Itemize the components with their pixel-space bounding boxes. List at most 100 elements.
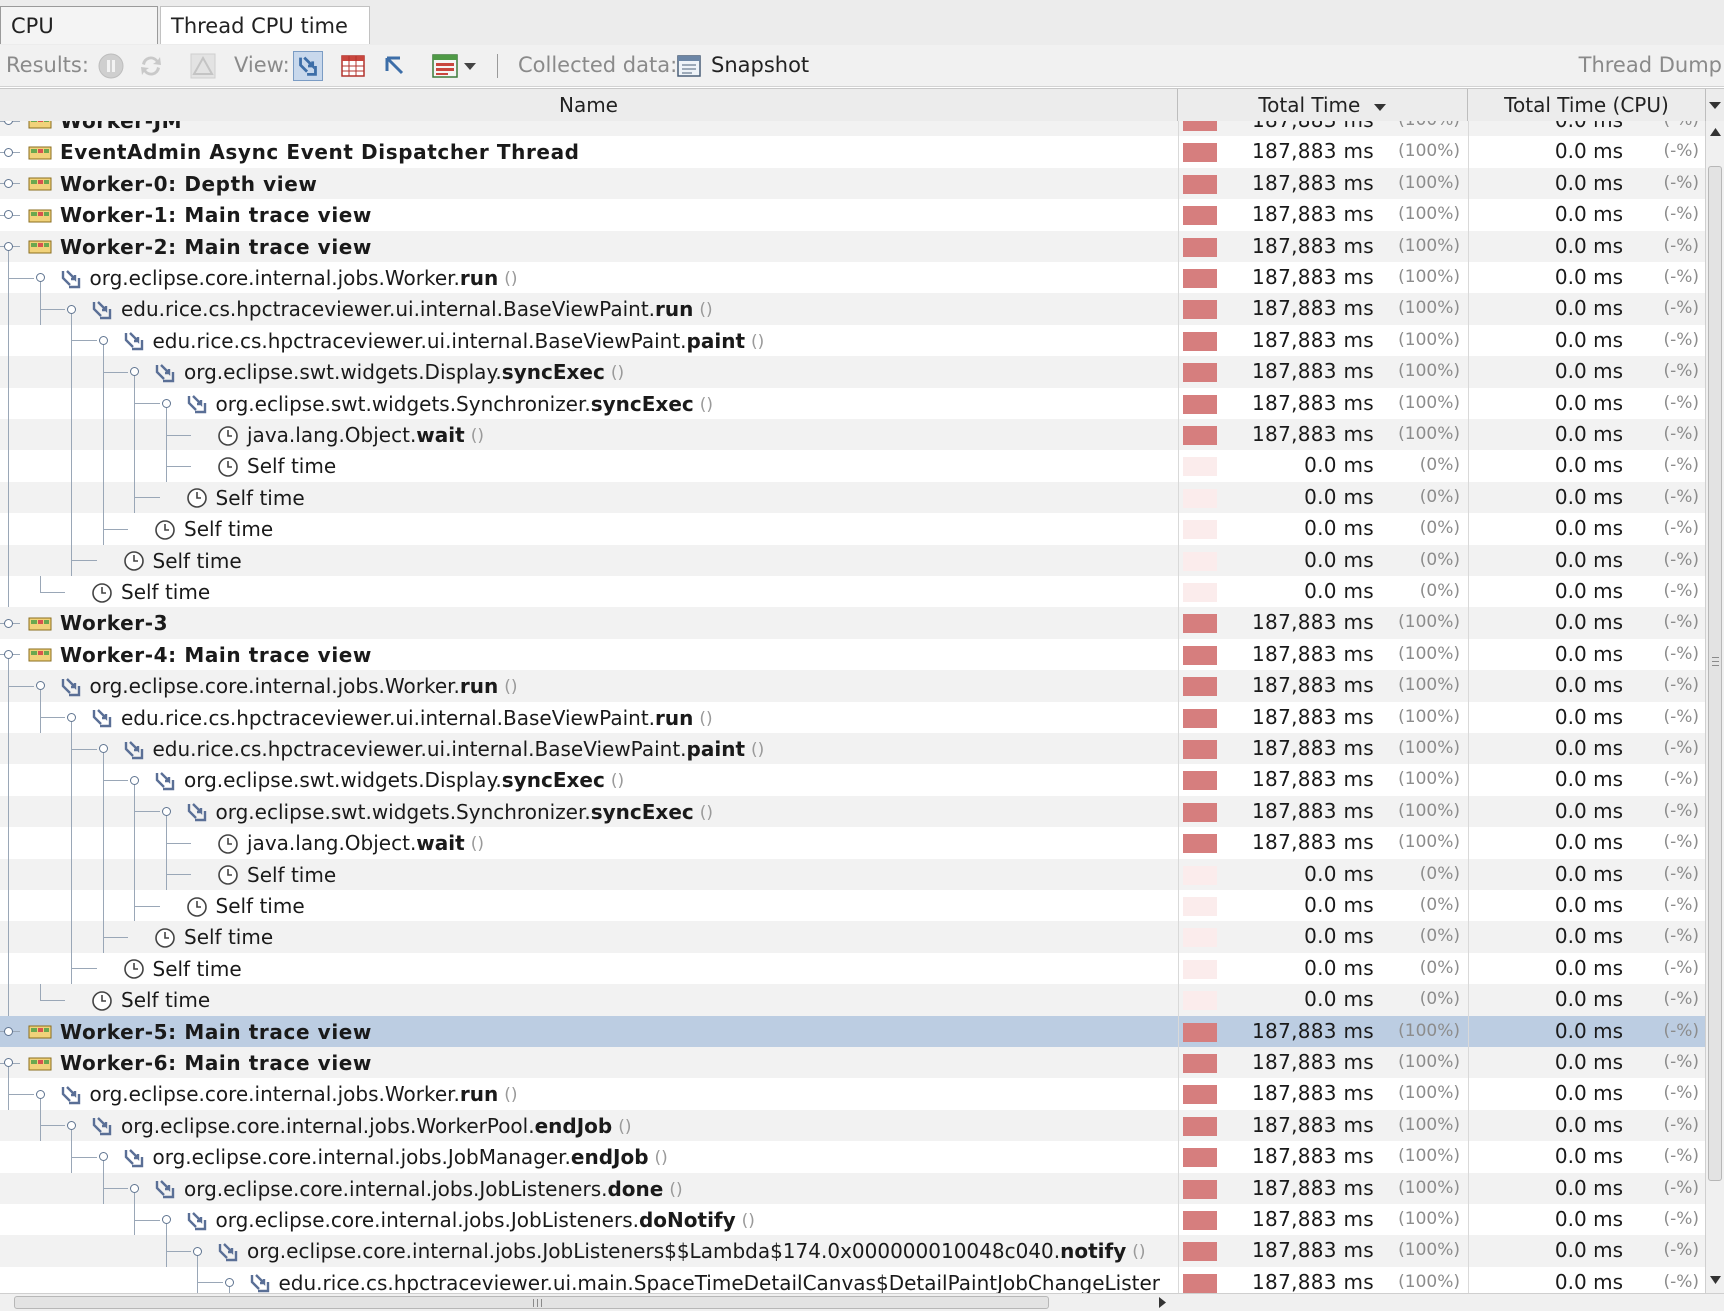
thread-row[interactable]: Worker-JM 187,883 ms (100%) 0.0 ms (-%) xyxy=(0,121,1705,137)
method-name: run xyxy=(459,673,499,698)
table-row[interactable]: org.eclipse.core.internal.jobs.JobListen… xyxy=(0,1172,1705,1204)
expanded-node-toggle[interactable] xyxy=(35,1089,45,1099)
expanded-node-toggle[interactable] xyxy=(67,1120,76,1130)
thread-row[interactable]: Worker-4: Main trace view 187,883 ms (100%… xyxy=(0,638,1705,671)
thread-row[interactable]: Worker-2: Main trace view 187,883 ms (100%… xyxy=(0,230,1705,262)
thread-row[interactable]: Worker-5: Main trace view 187,883 ms (100%… xyxy=(0,1015,1705,1047)
vertical-scrollbar[interactable] xyxy=(1705,121,1724,1293)
table-row[interactable]: java.lang.Object.wait() 187,883 ms (100%) 0… xyxy=(0,827,1705,859)
method-params: () xyxy=(751,331,765,352)
expanded-node-toggle[interactable] xyxy=(4,1058,13,1068)
table-row[interactable]: Self time 0.0 ms (0%) 0.0 ms (-%) xyxy=(0,576,1705,608)
combined-view-icon[interactable] xyxy=(430,51,460,81)
table-row[interactable]: org.eclipse.swt.widgets.Synchronizer.syn… xyxy=(0,387,1705,419)
expanded-node-toggle[interactable] xyxy=(98,744,108,754)
horizontal-scrollbar[interactable] xyxy=(0,1293,1724,1311)
table-row[interactable]: Self time 0.0 ms (0%) 0.0 ms (-%) xyxy=(0,858,1705,890)
table-row[interactable]: Self time 0.0 ms (0%) 0.0 ms (-%) xyxy=(0,450,1705,482)
scroll-right-arrow-icon[interactable] xyxy=(1155,1295,1169,1310)
thread-row[interactable]: EventAdmin Async Event Dispatcher Thread… xyxy=(0,136,1705,168)
clock-icon xyxy=(155,928,175,948)
table-row[interactable]: Self time 0.0 ms (0%) 0.0 ms (-%) xyxy=(0,513,1705,545)
collapsed-node-toggle[interactable] xyxy=(4,1026,13,1036)
expanded-node-toggle[interactable] xyxy=(35,681,45,691)
back-traces-icon[interactable] xyxy=(380,51,410,81)
expanded-node-toggle[interactable] xyxy=(130,775,139,785)
expanded-node-toggle[interactable] xyxy=(67,304,76,314)
expanded-node-toggle[interactable] xyxy=(130,1183,139,1193)
collapsed-node-toggle[interactable] xyxy=(4,121,13,126)
vertical-scroll-thumb[interactable] xyxy=(1708,166,1722,1181)
table-row[interactable]: Self time 0.0 ms (0%) 0.0 ms (-%) xyxy=(0,952,1705,985)
collapsed-node-toggle[interactable] xyxy=(4,147,13,157)
table-row[interactable]: edu.rice.cs.hpctraceviewer.ui.main.Space… xyxy=(0,1266,1705,1293)
name-cell: edu.rice.cs.hpctraceviewer.ui.main.Space… xyxy=(0,1266,1178,1293)
table-row[interactable]: org.eclipse.swt.widgets.Synchronizer.syn… xyxy=(0,795,1705,828)
expanded-node-toggle[interactable] xyxy=(161,398,171,408)
cpu-time-value: 0.0 ms xyxy=(1554,1112,1623,1137)
time-bar xyxy=(1183,1022,1217,1042)
thread-row[interactable]: Worker-1: Main trace view 187,883 ms (100%… xyxy=(0,199,1705,231)
scroll-down-arrow-icon[interactable] xyxy=(1708,1273,1723,1287)
expanded-node-toggle[interactable] xyxy=(130,367,139,377)
column-header-total-time-cpu[interactable]: Total Time (CPU) xyxy=(1468,89,1706,121)
method-params: () xyxy=(699,708,713,729)
table-row[interactable]: org.eclipse.core.internal.jobs.Worker.ru… xyxy=(0,670,1705,702)
collapsed-node-toggle[interactable] xyxy=(4,618,13,628)
column-chooser-icon[interactable] xyxy=(1706,89,1724,121)
thread-dump-button[interactable]: Thread Dump xyxy=(1579,45,1722,86)
table-row[interactable]: org.eclipse.swt.widgets.Display.syncExec… xyxy=(0,356,1705,388)
tree-branch-line xyxy=(165,874,191,876)
thread-row[interactable]: Worker-6: Main trace view 187,883 ms (100%… xyxy=(0,1047,1705,1079)
scroll-up-arrow-icon[interactable] xyxy=(1708,125,1723,139)
table-row[interactable]: edu.rice.cs.hpctraceviewer.ui.internal.B… xyxy=(0,293,1705,325)
column-header-total-time[interactable]: Total Time xyxy=(1178,89,1468,121)
table-row[interactable]: java.lang.Object.wait() 187,883 ms (100%) 0… xyxy=(0,419,1705,451)
refresh-icon[interactable] xyxy=(136,51,166,81)
hot-spots-table-icon[interactable] xyxy=(338,51,368,81)
table-row[interactable]: Self time 0.0 ms (0%) 0.0 ms (-%) xyxy=(0,921,1705,953)
table-row[interactable]: Self time 0.0 ms (0%) 0.0 ms (-%) xyxy=(0,890,1705,922)
expanded-node-toggle[interactable] xyxy=(193,1246,202,1256)
table-row[interactable]: Self time 0.0 ms (0%) 0.0 ms (-%) xyxy=(0,984,1705,1016)
cpu-time-cell: 0.0 ms (-%) xyxy=(1468,1141,1705,1173)
column-header-name[interactable]: Name xyxy=(0,89,1178,121)
table-row[interactable]: org.eclipse.core.internal.jobs.WorkerPoo… xyxy=(0,1109,1705,1142)
collapsed-node-toggle[interactable] xyxy=(4,178,13,188)
expanded-node-toggle[interactable] xyxy=(161,806,171,816)
expanded-node-toggle[interactable] xyxy=(161,1215,171,1225)
table-row[interactable]: edu.rice.cs.hpctraceviewer.ui.internal.B… xyxy=(0,324,1705,357)
pause-icon[interactable] xyxy=(96,51,126,81)
chevron-down-icon[interactable] xyxy=(462,51,478,81)
snapshot-icon[interactable] xyxy=(674,51,704,81)
horizontal-scroll-thumb[interactable] xyxy=(14,1296,1049,1309)
table-row[interactable]: org.eclipse.core.internal.jobs.Worker.ru… xyxy=(0,262,1705,294)
expanded-node-toggle[interactable] xyxy=(4,241,13,251)
tab-thread-cpu-time[interactable]: Thread CPU time xyxy=(160,6,370,44)
table-row[interactable]: org.eclipse.core.internal.jobs.JobListen… xyxy=(0,1235,1705,1267)
tab-cpu-samples[interactable]: CPU samples xyxy=(0,6,158,76)
snapshot-button[interactable]: Snapshot xyxy=(711,45,809,86)
table-row[interactable]: org.eclipse.core.internal.jobs.JobManage… xyxy=(0,1141,1705,1173)
thread-name: Worker-0: Depth view xyxy=(60,171,318,196)
expanded-node-toggle[interactable] xyxy=(4,649,13,659)
method-call-icon xyxy=(155,1180,175,1199)
expanded-node-toggle[interactable] xyxy=(98,1152,108,1162)
table-row[interactable]: edu.rice.cs.hpctraceviewer.ui.internal.B… xyxy=(0,701,1705,733)
thread-row[interactable]: Worker-3 187,883 ms (100%) 0.0 ms (-%) xyxy=(0,607,1705,639)
call-tree-view-icon[interactable] xyxy=(293,51,323,81)
thread-row[interactable]: Worker-0: Depth view 187,883 ms (100%) 0.0 … xyxy=(0,167,1705,200)
cpu-time-cell: 0.0 ms (-%) xyxy=(1468,121,1705,137)
table-row[interactable]: Self time 0.0 ms (0%) 0.0 ms (-%) xyxy=(0,544,1705,576)
table-row[interactable]: org.eclipse.core.internal.jobs.JobListen… xyxy=(0,1204,1705,1236)
expanded-node-toggle[interactable] xyxy=(224,1277,234,1287)
collapsed-node-toggle[interactable] xyxy=(4,210,13,220)
table-row[interactable]: edu.rice.cs.hpctraceviewer.ui.internal.B… xyxy=(0,733,1705,765)
warning-icon[interactable] xyxy=(188,51,218,81)
expanded-node-toggle[interactable] xyxy=(67,712,76,722)
table-row[interactable]: org.eclipse.swt.widgets.Display.syncExec… xyxy=(0,764,1705,796)
expanded-node-toggle[interactable] xyxy=(98,335,108,345)
table-row[interactable]: org.eclipse.core.internal.jobs.Worker.ru… xyxy=(0,1078,1705,1110)
table-row[interactable]: Self time 0.0 ms (0%) 0.0 ms (-%) xyxy=(0,481,1705,514)
expanded-node-toggle[interactable] xyxy=(35,273,45,283)
